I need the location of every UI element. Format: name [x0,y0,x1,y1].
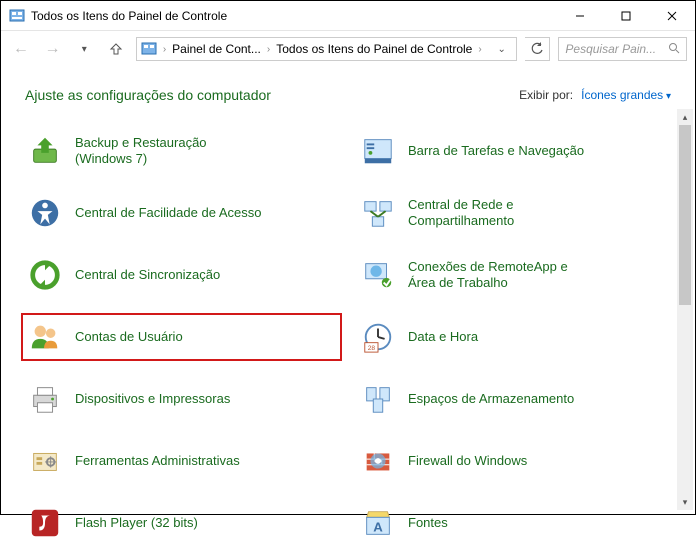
item-label: Ferramentas Administrativas [75,453,240,469]
chevron-right-icon[interactable]: › [476,44,483,55]
clock-icon: 28 [360,319,396,355]
control-panel-icon [9,8,25,24]
minimize-button[interactable] [557,1,603,31]
breadcrumb-item[interactable]: Painel de Cont... [172,42,261,56]
refresh-button[interactable] [525,37,551,61]
scroll-thumb[interactable] [679,125,691,305]
control-panel-item[interactable]: Contas de Usuário [21,313,342,361]
admin-icon [27,443,63,479]
item-label: Firewall do Windows [408,453,527,469]
remote-icon [360,257,396,293]
printer-icon [27,381,63,417]
window-controls [557,1,695,31]
taskbar-icon [360,133,396,169]
address-bar[interactable]: › Painel de Cont... › Todos os Itens do … [136,37,517,61]
backup-icon [27,133,63,169]
maximize-button[interactable] [603,1,649,31]
chevron-right-icon[interactable]: › [161,44,168,55]
item-label: Flash Player (32 bits) [75,515,198,531]
forward-button[interactable]: → [41,37,65,61]
item-label: Central de Sincronização [75,267,220,283]
control-panel-item[interactable]: Central de Rede e Compartilhamento [354,189,675,237]
search-placeholder: Pesquisar Pain... [565,42,664,56]
page-heading: Ajuste as configurações do computador [25,87,519,103]
window-title: Todos os Itens do Painel de Controle [31,9,557,23]
chevron-right-icon[interactable]: › [265,44,272,55]
view-by-label: Exibir por: [519,88,573,102]
address-dropdown[interactable]: ⌄ [492,37,512,61]
item-label: Data e Hora [408,329,478,345]
network-icon [360,195,396,231]
breadcrumb-item[interactable]: Todos os Itens do Painel de Controle [276,42,472,56]
svg-text:A: A [373,520,383,535]
svg-text:28: 28 [368,345,376,352]
item-label: Conexões de RemoteApp e Área de Trabalho [408,259,598,292]
control-panel-item[interactable]: Firewall do Windows [354,437,675,485]
view-by-dropdown[interactable]: Ícones grandes [581,88,671,102]
control-panel-item[interactable]: 28 Data e Hora [354,313,675,361]
control-panel-item[interactable]: A Fontes [354,499,675,547]
control-panel-item[interactable]: Central de Facilidade de Acesso [21,189,342,237]
navbar: ← → ▾ › Painel de Cont... › Todos os Ite… [1,31,695,67]
close-button[interactable] [649,1,695,31]
item-label: Backup e Restauração (Windows 7) [75,135,265,168]
control-panel-item[interactable]: Dispositivos e Impressoras [21,375,342,423]
content-header: Ajuste as configurações do computador Ex… [1,67,695,109]
titlebar: Todos os Itens do Painel de Controle [1,1,695,31]
item-label: Central de Facilidade de Acesso [75,205,261,221]
ease-icon [27,195,63,231]
content-area: Backup e Restauração (Windows 7) Barra de… [1,109,695,510]
flash-icon [27,505,63,541]
control-panel-item[interactable]: Ferramentas Administrativas [21,437,342,485]
items-grid: Backup e Restauração (Windows 7) Barra de… [1,109,695,547]
control-panel-item[interactable]: Conexões de RemoteApp e Área de Trabalho [354,251,675,299]
control-panel-item[interactable]: Espaços de Armazenamento [354,375,675,423]
search-input[interactable]: Pesquisar Pain... [558,37,687,61]
users-icon [27,319,63,355]
scroll-down-button[interactable]: ▾ [677,494,693,510]
item-label: Espaços de Armazenamento [408,391,574,407]
control-panel-item[interactable]: Backup e Restauração (Windows 7) [21,127,342,175]
item-label: Dispositivos e Impressoras [75,391,230,407]
control-panel-item[interactable]: Flash Player (32 bits) [21,499,342,547]
recent-dropdown[interactable]: ▾ [72,37,96,61]
vertical-scrollbar[interactable]: ▴ ▾ [677,109,693,510]
firewall-icon [360,443,396,479]
control-panel-item[interactable]: Central de Sincronização [21,251,342,299]
control-panel-item[interactable]: Barra de Tarefas e Navegação [354,127,675,175]
item-label: Contas de Usuário [75,329,183,345]
control-panel-icon [141,41,157,57]
search-icon [668,42,680,57]
item-label: Central de Rede e Compartilhamento [408,197,598,230]
storage-icon [360,381,396,417]
sync-icon [27,257,63,293]
back-button[interactable]: ← [9,37,33,61]
item-label: Barra de Tarefas e Navegação [408,143,584,159]
item-label: Fontes [408,515,448,531]
scroll-up-button[interactable]: ▴ [677,109,693,125]
up-button[interactable] [104,37,128,61]
fonts-icon: A [360,505,396,541]
